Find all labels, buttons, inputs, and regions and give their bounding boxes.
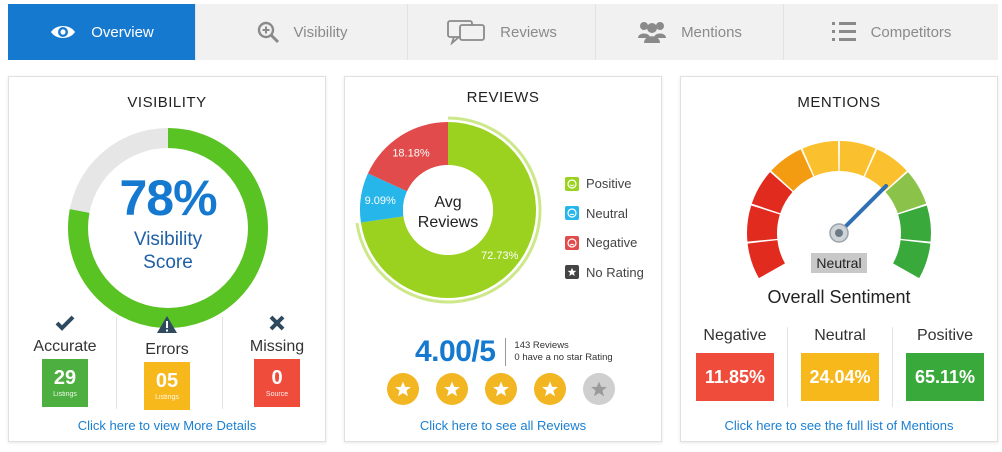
eye-icon	[49, 23, 77, 41]
tab-competitors[interactable]: Competitors	[784, 4, 998, 60]
rating-meta: 143 Reviews 0 have a no star Rating	[514, 340, 612, 365]
average-rating-value: 4.00/5	[415, 335, 496, 368]
gauge-label: Neutral	[816, 255, 861, 271]
ranked-list-icon	[831, 20, 857, 44]
positive-mentions: Positive 65.11%	[893, 327, 997, 401]
neutral-label: Neutral	[814, 327, 866, 344]
legend-label-neutral: Neutral	[586, 205, 628, 221]
view-more-details-link[interactable]: Click here to view More Details	[9, 418, 325, 433]
errors-label: Errors	[145, 341, 189, 358]
negative-percent: 11.85%	[696, 353, 774, 401]
legend-label-positive: Positive	[586, 176, 632, 192]
missing-label: Missing	[249, 338, 305, 355]
star-empty-icon	[583, 373, 615, 405]
star-filled-icon	[485, 373, 517, 405]
visibility-card: VISIBILITY 78% Visibility Score Accurate…	[8, 76, 326, 442]
cross-icon	[269, 315, 285, 336]
tab-visibility[interactable]: Visibility	[196, 4, 408, 60]
star-icon	[565, 265, 579, 280]
visibility-title: VISIBILITY	[127, 94, 207, 111]
donut-label-negative: 18.18%	[392, 147, 430, 159]
star-filled-icon	[534, 373, 566, 405]
legend-item-negative: Negative	[565, 228, 644, 258]
reviews-donut-chart: 72.73% 9.09% 18.18% Avg Reviews	[355, 116, 542, 304]
missing-stat: Missing 0 Source	[227, 315, 327, 407]
accurate-count-badge: 29 Listings	[42, 359, 88, 407]
tab-visibility-label: Visibility	[293, 23, 348, 41]
donut-label-positive: 72.73%	[481, 250, 519, 262]
errors-stat: Errors 05 Listings	[117, 315, 217, 410]
see-all-reviews-link[interactable]: Click here to see all Reviews	[345, 418, 661, 433]
star-filled-icon	[436, 373, 468, 405]
gauge-needle	[837, 184, 888, 235]
visibility-score-label-2: Score	[143, 252, 193, 273]
missing-count: 0	[271, 367, 283, 389]
mentions-card: MENTIONS Neutral Overall Sentiment Negat…	[680, 76, 998, 442]
reviews-legend: Positive Neutral Negative No Rating	[565, 169, 644, 287]
legend-item-neutral: Neutral	[565, 199, 644, 229]
sad-face-icon	[565, 235, 579, 250]
donut-label-neutral: 9.09%	[365, 195, 396, 207]
legend-label-negative: Negative	[586, 235, 638, 251]
accurate-count: 29	[53, 367, 77, 389]
gauge-segment	[747, 240, 785, 279]
gauge-segment	[893, 240, 931, 279]
warning-icon	[156, 315, 178, 339]
reviews-card: REVIEWS 72.73% 9.09% 18.18% Avg Reviews Po…	[344, 76, 662, 442]
negative-mentions: Negative 11.85%	[683, 327, 787, 401]
visibility-score-label-1: Visibility	[133, 229, 203, 251]
donut-center-label-1: Avg	[434, 194, 461, 211]
tab-competitors-label: Competitors	[870, 23, 952, 41]
donut-center-label-2: Reviews	[418, 214, 478, 231]
people-icon	[637, 20, 667, 44]
mentions-title: MENTIONS	[797, 94, 881, 111]
chat-bubbles-icon	[446, 19, 486, 45]
tab-mentions-label: Mentions	[681, 23, 742, 41]
tab-reviews[interactable]: Reviews	[408, 4, 596, 60]
overall-sentiment-label: Overall Sentiment	[767, 287, 911, 307]
accurate-stat: Accurate 29 Listings	[15, 315, 115, 407]
divider	[505, 338, 507, 366]
visibility-score-center: 78% Visibility Score	[65, 125, 271, 331]
accurate-sub: Listings	[53, 391, 77, 398]
neutral-face-icon	[565, 206, 579, 221]
reviews-count: 143 Reviews	[514, 339, 569, 351]
positive-label: Positive	[916, 327, 974, 344]
star-filled-icon	[387, 373, 419, 405]
legend-item-no-rating: No Rating	[565, 258, 644, 288]
visibility-score-value: 78%	[119, 170, 217, 227]
tab-reviews-label: Reviews	[500, 23, 557, 41]
reviews-title: REVIEWS	[466, 89, 540, 106]
tab-overview-label: Overview	[91, 23, 154, 41]
checkmark-icon	[55, 315, 75, 336]
positive-percent: 65.11%	[906, 353, 984, 401]
errors-count-badge: 05 Listings	[144, 362, 190, 410]
magnifier-plus-icon	[256, 20, 280, 44]
legend-item-positive: Positive	[565, 169, 644, 199]
errors-count: 05	[155, 370, 179, 392]
divider	[222, 317, 223, 409]
no-star-count: 0 have a no star Rating	[514, 352, 613, 363]
neutral-mentions: Neutral 24.04%	[788, 327, 892, 401]
see-mentions-list-link[interactable]: Click here to see the full list of Menti…	[681, 418, 997, 433]
accurate-label: Accurate	[33, 338, 97, 355]
star-rating	[387, 373, 615, 405]
sentiment-gauge: Neutral	[747, 141, 931, 279]
missing-sub: Source	[265, 391, 289, 398]
average-rating: 4.00/5 143 Reviews 0 have a no star Rati…	[415, 335, 613, 369]
negative-label: Negative	[703, 327, 767, 344]
tab-mentions[interactable]: Mentions	[596, 4, 784, 60]
tab-bar: Overview Visibility Reviews Mentions Com…	[8, 4, 998, 60]
neutral-percent: 24.04%	[801, 353, 879, 401]
legend-label-no-rating: No Rating	[586, 264, 644, 280]
errors-sub: Listings	[155, 394, 179, 401]
smile-icon	[565, 176, 579, 191]
tab-overview[interactable]: Overview	[8, 4, 196, 60]
missing-count-badge: 0 Source	[254, 359, 300, 407]
